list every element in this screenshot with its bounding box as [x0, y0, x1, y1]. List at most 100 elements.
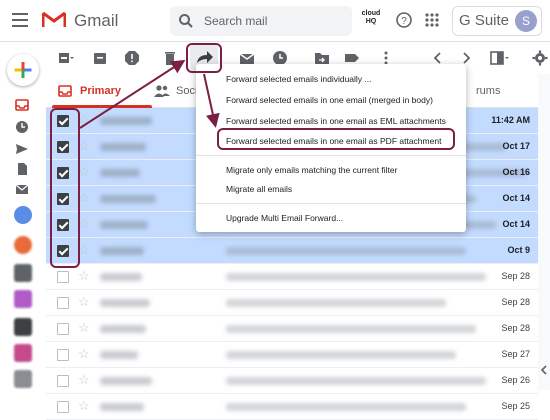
menu-icon[interactable]: [12, 13, 28, 27]
archive-icon[interactable]: [92, 50, 108, 66]
email-sender-redacted: [100, 195, 156, 203]
email-sender-redacted: [100, 117, 152, 125]
email-sender-redacted: [100, 403, 144, 411]
email-sender-redacted: [100, 247, 144, 255]
email-date: Sep 25: [501, 401, 530, 411]
email-sender-redacted: [100, 325, 146, 333]
email-subject-redacted: [226, 325, 476, 333]
contact-avatar[interactable]: [14, 370, 32, 388]
email-subject-redacted: [226, 273, 486, 281]
row-checkbox[interactable]: [57, 271, 69, 283]
email-row[interactable]: ☆ Oct 9: [46, 238, 538, 264]
search-icon[interactable]: [178, 13, 194, 29]
sent-icon[interactable]: [15, 142, 29, 156]
email-row[interactable]: ☆ Sep 28: [46, 264, 538, 290]
email-date: Sep 28: [501, 297, 530, 307]
menu-divider: [196, 203, 466, 204]
drafts-icon[interactable]: [15, 162, 29, 176]
star-icon[interactable]: ☆: [78, 321, 90, 335]
menu-divider: [196, 155, 466, 156]
star-icon[interactable]: ☆: [78, 295, 90, 309]
star-icon[interactable]: ☆: [78, 373, 90, 387]
selected-checkboxes-highlight: [50, 108, 80, 268]
email-sender-redacted: [100, 221, 148, 229]
star-icon[interactable]: ☆: [78, 399, 90, 413]
contact-avatar[interactable]: [14, 318, 32, 336]
email-row[interactable]: ☆ Sep 28: [46, 290, 538, 316]
side-panel: [538, 74, 550, 390]
menu-item-forward-eml[interactable]: Forward selected emails in one email as …: [226, 116, 446, 126]
email-date: 11:42 AM: [491, 115, 530, 125]
email-row[interactable]: ☆ Sep 25: [46, 394, 538, 420]
tab-social-label: Soci: [176, 85, 198, 97]
gsuite-account[interactable]: G Suite S: [452, 6, 542, 36]
gsuite-label: G Suite: [459, 12, 510, 29]
email-date: Oct 14: [502, 193, 530, 203]
settings-gear-icon[interactable]: [532, 50, 548, 66]
row-checkbox[interactable]: [57, 375, 69, 387]
email-sender-redacted: [100, 143, 146, 151]
email-sender-redacted: [100, 169, 140, 177]
menu-item-migrate-all[interactable]: Migrate all emails: [226, 184, 292, 194]
menu-item-migrate-filtered[interactable]: Migrate only emails matching the current…: [226, 165, 398, 175]
contact-avatar[interactable]: [14, 344, 32, 362]
inbox-tab-icon: [58, 85, 72, 97]
email-date: Sep 28: [501, 323, 530, 333]
delete-icon[interactable]: [162, 50, 178, 66]
search-input[interactable]: Search mail: [204, 14, 267, 28]
email-date: Oct 9: [507, 245, 530, 255]
email-sender-redacted: [100, 351, 138, 359]
email-date: Oct 16: [502, 167, 530, 177]
search-bar[interactable]: Search mail: [170, 6, 352, 36]
app-title: Gmail: [74, 11, 119, 30]
contact-avatar[interactable]: [14, 290, 32, 308]
inbox-icon[interactable]: [15, 98, 29, 112]
select-checkbox-icon[interactable]: [58, 50, 74, 66]
help-icon[interactable]: ?: [395, 11, 413, 29]
email-sender-redacted: [100, 377, 152, 385]
row-checkbox[interactable]: [57, 401, 69, 413]
split-pane-icon[interactable]: [490, 50, 510, 66]
email-date: Sep 27: [501, 349, 530, 359]
pdf-option-highlight: [217, 128, 455, 150]
people-icon: [154, 85, 170, 97]
email-date: Oct 14: [502, 219, 530, 229]
chevron-left-icon[interactable]: [539, 364, 549, 376]
tab-forums-label[interactable]: rums: [476, 85, 500, 97]
menu-item-forward-individually[interactable]: Forward selected emails individually ...: [226, 74, 372, 84]
email-date: Sep 28: [501, 271, 530, 281]
compose-button[interactable]: [7, 54, 39, 86]
star-icon[interactable]: ☆: [78, 269, 90, 283]
email-date: Sep 26: [501, 375, 530, 385]
email-date: Oct 17: [502, 141, 530, 151]
menu-item-upgrade[interactable]: Upgrade Multi Email Forward...: [226, 213, 343, 223]
avatar[interactable]: S: [515, 10, 537, 32]
email-subject-redacted: [226, 403, 466, 411]
email-subject-redacted: [226, 377, 486, 385]
snoozed-clock-icon[interactable]: [15, 120, 29, 134]
email-row[interactable]: ☆ Sep 27: [46, 342, 538, 368]
svg-text:?: ?: [401, 16, 407, 27]
mail-icon[interactable]: [15, 182, 29, 196]
email-row[interactable]: ☆ Sep 26: [46, 368, 538, 394]
email-subject-redacted: [226, 247, 466, 255]
header: Gmail Search mail cloud HQ ? G Suite S: [0, 0, 550, 42]
row-checkbox[interactable]: [57, 323, 69, 335]
tab-primary-label: Primary: [80, 85, 121, 97]
cloudhq-logo[interactable]: cloud HQ: [360, 10, 382, 26]
star-icon[interactable]: ☆: [78, 347, 90, 361]
contact-avatar[interactable]: [14, 264, 32, 282]
contact-avatar[interactable]: [14, 236, 32, 254]
row-checkbox[interactable]: [57, 297, 69, 309]
email-subject-redacted: [226, 351, 456, 359]
hangouts-avatar[interactable]: [14, 206, 32, 224]
email-row[interactable]: ☆ Sep 28: [46, 316, 538, 342]
row-checkbox[interactable]: [57, 349, 69, 361]
forward-button-highlight: [186, 43, 222, 73]
email-subject-redacted: [226, 299, 446, 307]
menu-item-forward-merged[interactable]: Forward selected emails in one email (me…: [226, 95, 433, 105]
apps-grid-icon[interactable]: [423, 11, 441, 29]
report-spam-icon[interactable]: [124, 50, 140, 66]
left-rail: [0, 42, 46, 390]
gmail-logo-icon[interactable]: [42, 10, 66, 28]
